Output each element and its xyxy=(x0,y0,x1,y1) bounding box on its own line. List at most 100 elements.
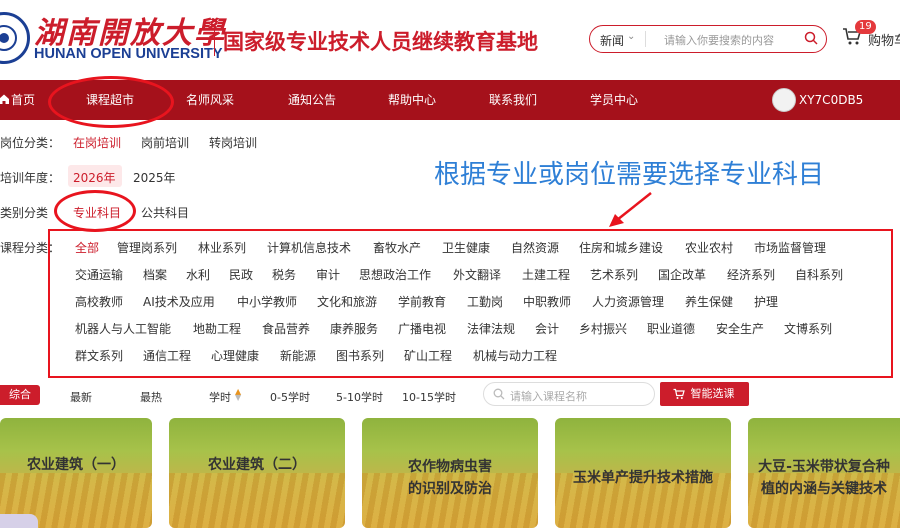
category-item[interactable]: 计算机信息技术 xyxy=(267,239,351,256)
category-item[interactable]: 民政 xyxy=(229,266,253,283)
category-item[interactable]: 机械与动力工程 xyxy=(473,347,557,364)
search-icon xyxy=(493,388,505,400)
nav-item-contact[interactable]: 联系我们 xyxy=(489,80,537,120)
category-item[interactable]: 审计 xyxy=(316,266,340,283)
course-title: 农业建筑（二） xyxy=(208,457,306,473)
sort-tab-hours[interactable]: 学时 xyxy=(209,389,231,405)
search-scope-select[interactable]: 新闻 xyxy=(600,32,624,49)
category-item[interactable]: 水利 xyxy=(186,266,210,283)
cart-icon xyxy=(673,388,685,399)
category-item[interactable]: 艺术系列 xyxy=(590,266,638,283)
avatar[interactable] xyxy=(772,88,796,112)
category-item[interactable]: 养生保健 xyxy=(685,293,733,310)
category-item[interactable]: 国企改革 xyxy=(658,266,706,283)
category-item[interactable]: 学前教育 xyxy=(398,293,446,310)
category-item[interactable]: 护理 xyxy=(754,293,778,310)
nav-item-student-center[interactable]: 学员中心 xyxy=(590,80,638,120)
annotation-ring-course-market xyxy=(48,76,174,128)
chevron-down-icon[interactable]: ⌄ xyxy=(627,31,635,42)
category-item[interactable]: 林业系列 xyxy=(198,239,246,256)
hours-filter-10-15[interactable]: 10-15学时 xyxy=(402,389,456,405)
category-item[interactable]: 中小学教师 xyxy=(237,293,297,310)
sort-arrows-icon[interactable]: ▲ ▼ xyxy=(235,388,241,402)
category-item[interactable]: 图书系列 xyxy=(336,347,384,364)
course-title: 大豆-玉米带状复合种植的内涵与关键技术 xyxy=(758,459,890,497)
category-item[interactable]: 心理健康 xyxy=(211,347,259,364)
category-item[interactable]: 康养服务 xyxy=(330,320,378,337)
category-item[interactable]: 广播电视 xyxy=(398,320,446,337)
type-filter-label: 类别分类 xyxy=(0,206,49,220)
category-item[interactable]: 文化和旅游 xyxy=(317,293,377,310)
category-item[interactable]: 土建工程 xyxy=(522,266,570,283)
category-item[interactable]: 群文系列 xyxy=(75,347,123,364)
logo-english: HUNAN OPEN UNIVERSITY xyxy=(34,46,223,62)
course-card[interactable]: 农作物病虫害的识别及防治 xyxy=(362,418,538,528)
category-item[interactable]: 自然资源 xyxy=(511,239,559,256)
category-item[interactable]: 通信工程 xyxy=(143,347,191,364)
header-divider xyxy=(214,28,215,56)
sort-tab-newest[interactable]: 最新 xyxy=(70,389,92,405)
year-filter-label: 培训年度： xyxy=(0,171,61,185)
course-card[interactable]: 大豆-玉米带状复合种植的内涵与关键技术 xyxy=(748,418,900,528)
nav-item-teachers[interactable]: 名师风采 xyxy=(186,80,234,120)
category-item[interactable]: 人力资源管理 xyxy=(592,293,664,310)
category-item[interactable]: 职业道德 xyxy=(647,320,695,337)
category-item[interactable]: 管理岗系列 xyxy=(117,239,177,256)
search-icon[interactable] xyxy=(804,31,818,45)
category-item[interactable]: 文博系列 xyxy=(784,320,832,337)
category-item[interactable]: 中职教师 xyxy=(523,293,571,310)
category-item[interactable]: 地勘工程 xyxy=(193,320,241,337)
category-item[interactable]: 安全生产 xyxy=(716,320,764,337)
category-item[interactable]: 食品营养 xyxy=(262,320,310,337)
category-item[interactable]: 畜牧水产 xyxy=(373,239,421,256)
category-item[interactable]: 税务 xyxy=(272,266,296,283)
year-option-2026[interactable]: 2026年 xyxy=(73,169,116,186)
cart-link[interactable]: 购物车 xyxy=(868,30,900,49)
site-search-input[interactable]: 请输入你要搜索的内容 xyxy=(664,32,774,48)
hours-filter-0-5[interactable]: 0-5学时 xyxy=(270,389,310,405)
category-item[interactable]: AI技术及应用 xyxy=(143,293,215,310)
course-card[interactable]: 农业建筑（二） xyxy=(169,418,345,528)
category-item[interactable]: 自科系列 xyxy=(795,266,843,283)
category-item[interactable]: 新能源 xyxy=(280,347,316,364)
category-item[interactable]: 思想政治工作 xyxy=(359,266,431,283)
post-option-onduty[interactable]: 在岗培训 xyxy=(73,134,121,151)
post-option-transfer[interactable]: 转岗培训 xyxy=(209,134,257,151)
category-item[interactable]: 档案 xyxy=(143,266,167,283)
course-title: 农作物病虫害的识别及防治 xyxy=(408,459,492,497)
year-option-2025[interactable]: 2025年 xyxy=(133,169,176,186)
nav-item-home[interactable]: 首页 xyxy=(11,80,35,120)
category-item[interactable]: 卫生健康 xyxy=(442,239,490,256)
category-item[interactable]: 经济系列 xyxy=(727,266,775,283)
post-option-preduty[interactable]: 岗前培训 xyxy=(141,134,189,151)
category-item[interactable]: 工勤岗 xyxy=(467,293,503,310)
search-separator xyxy=(645,31,646,47)
sort-tab-comprehensive[interactable]: 综合 xyxy=(0,385,40,405)
nav-item-help[interactable]: 帮助中心 xyxy=(388,80,436,120)
category-item[interactable]: 住房和城乡建设 xyxy=(579,239,663,256)
course-card[interactable]: 农业建筑（一） xyxy=(0,418,152,528)
category-item[interactable]: 会计 xyxy=(535,320,559,337)
sort-tab-hottest[interactable]: 最热 xyxy=(140,389,162,405)
category-item[interactable]: 外文翻译 xyxy=(453,266,501,283)
hours-filter-5-10[interactable]: 5-10学时 xyxy=(336,389,383,405)
category-item[interactable]: 矿山工程 xyxy=(404,347,452,364)
annotation-arrow-icon xyxy=(609,192,652,227)
course-card[interactable]: 玉米单产提升技术措施 xyxy=(555,418,731,528)
course-title: 玉米单产提升技术措施 xyxy=(573,470,713,486)
category-item[interactable]: 机器人与人工智能 xyxy=(75,320,171,337)
category-all[interactable]: 全部 xyxy=(75,239,99,256)
category-item[interactable]: 高校教师 xyxy=(75,293,123,310)
category-item[interactable]: 法律法规 xyxy=(467,320,515,337)
category-item[interactable]: 交通运输 xyxy=(75,266,123,283)
nav-item-notices[interactable]: 通知公告 xyxy=(288,80,336,120)
card-image xyxy=(169,473,345,528)
type-option-public[interactable]: 公共科目 xyxy=(141,204,189,221)
home-icon[interactable] xyxy=(0,93,10,105)
course-search-input[interactable]: 请输入课程名称 xyxy=(510,388,587,404)
course-title: 农业建筑（一） xyxy=(27,457,125,473)
category-item[interactable]: 乡村振兴 xyxy=(579,320,627,337)
category-item[interactable]: 农业农村 xyxy=(685,239,733,256)
category-item[interactable]: 市场监督管理 xyxy=(754,239,826,256)
username[interactable]: XY7C0DB5 xyxy=(799,80,863,120)
